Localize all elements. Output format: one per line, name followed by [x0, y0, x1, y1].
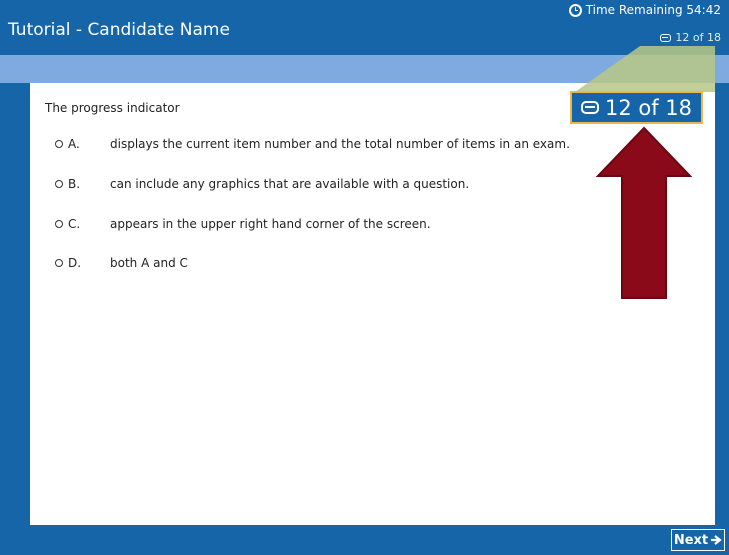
option-text: can include any graphics that are availa… [110, 177, 470, 191]
option-c[interactable]: C. appears in the upper right hand corne… [55, 217, 431, 231]
option-b[interactable]: B. can include any graphics that are ava… [55, 177, 469, 191]
arrow-up-icon [596, 126, 692, 299]
radio-button[interactable] [55, 259, 63, 267]
radio-button[interactable] [55, 140, 63, 148]
next-label: Next [673, 532, 709, 548]
option-letter: B. [68, 177, 81, 191]
next-button[interactable]: Next [671, 529, 725, 551]
callout-shape [575, 46, 715, 92]
option-text: appears in the upper right hand corner o… [110, 217, 431, 231]
radio-button[interactable] [55, 220, 63, 228]
radio-button[interactable] [55, 180, 63, 188]
right-border [715, 83, 729, 555]
option-text: displays the current item number and the… [110, 137, 570, 151]
option-d[interactable]: D. both A and C [55, 256, 188, 270]
progress-icon [580, 101, 599, 114]
question-stem: The progress indicator [45, 101, 180, 115]
option-letter: A. [68, 137, 80, 151]
option-text: both A and C [110, 256, 188, 270]
option-letter: D. [68, 256, 82, 270]
option-a[interactable]: A. displays the current item number and … [55, 137, 570, 151]
option-letter: C. [68, 217, 81, 231]
left-border [0, 83, 30, 555]
progress-indicator-enlarged: 12 of 18 [570, 91, 703, 124]
footer-bar [30, 525, 715, 555]
progress-big-text: 12 of 18 [604, 95, 693, 120]
arrow-right-icon [711, 535, 722, 545]
arrow-shape [596, 126, 692, 299]
